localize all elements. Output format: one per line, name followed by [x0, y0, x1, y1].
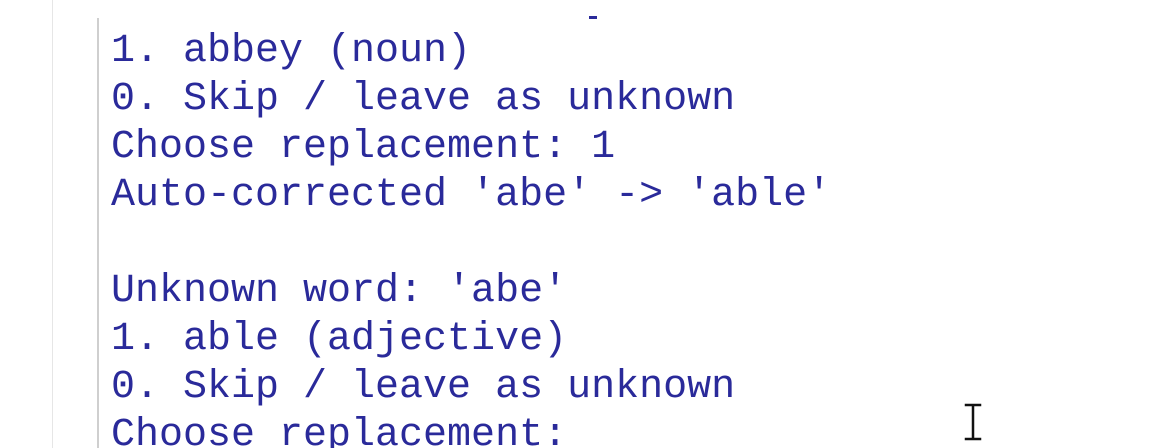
console-line: Unknown word: 'abe': [111, 269, 568, 314]
left-gutter: [0, 0, 53, 448]
console-line: 1. abbey (noun): [111, 29, 472, 74]
input-prompt[interactable]: Choose replacement:: [111, 412, 831, 448]
console-output: 1. abbey (noun) 0. Skip / leave as unkno…: [111, 28, 831, 448]
console-line: 0. Skip / leave as unknown: [111, 77, 736, 122]
console-output-pane[interactable]: 1. abbey (noun) 0. Skip / leave as unkno…: [97, 18, 1159, 448]
i-beam-cursor-icon: [964, 403, 982, 441]
console-line: 1. able (adjective): [111, 317, 568, 362]
console-line: 0. Skip / leave as unknown: [111, 365, 736, 410]
console-line: Auto-corrected 'abe' -> 'able': [111, 173, 832, 218]
console-line: Choose replacement: 1: [111, 125, 616, 170]
console-window: 1. abbey (noun) 0. Skip / leave as unkno…: [0, 0, 1159, 448]
